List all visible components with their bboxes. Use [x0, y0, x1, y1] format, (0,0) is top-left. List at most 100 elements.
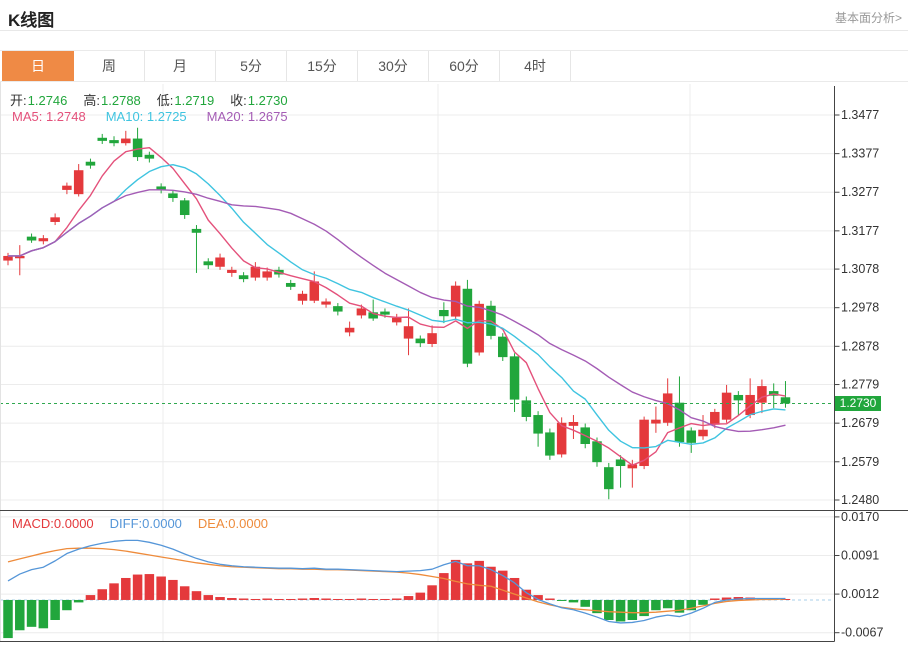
ma20-legend: MA20: 1.2675: [207, 109, 288, 124]
candle: [710, 412, 720, 425]
tab-15min[interactable]: 15分: [287, 51, 358, 81]
candle: [686, 430, 696, 442]
low-value: 1.2719: [174, 93, 214, 108]
candle: [439, 310, 449, 316]
candle: [639, 420, 649, 466]
axis-tick-label: 0.0170: [841, 510, 879, 524]
candle: [27, 237, 36, 241]
macd-bar: [74, 600, 84, 602]
last-price-badge: 1.2730: [835, 396, 881, 411]
candle: [357, 308, 367, 315]
candle: [239, 275, 249, 279]
macd-bar: [698, 600, 708, 605]
candle: [39, 238, 49, 241]
candle: [97, 138, 107, 141]
candle: [109, 140, 119, 143]
macd-bar: [50, 600, 60, 620]
macd-bar: [439, 573, 449, 600]
macd-bar: [62, 600, 72, 610]
tab-60min[interactable]: 60分: [429, 51, 500, 81]
candle: [651, 420, 661, 424]
tab-month[interactable]: 月: [145, 51, 216, 81]
candle: [427, 333, 437, 344]
axis-tick-label: 1.2978: [841, 301, 879, 315]
candle: [62, 186, 72, 190]
candle: [227, 270, 237, 273]
axis-tick-label: 0.0012: [841, 587, 879, 601]
macd-bar: [262, 598, 272, 599]
high-label: 高:: [83, 93, 100, 108]
macd-bar: [204, 595, 214, 600]
macd-bar: [710, 598, 720, 599]
macd-bar: [286, 599, 296, 600]
axis-tick-label: 1.2579: [841, 455, 879, 469]
macd-bar: [427, 585, 437, 600]
candle: [533, 415, 543, 434]
macd-bar: [663, 600, 673, 608]
candle: [310, 281, 320, 300]
macd-bar: [251, 599, 261, 600]
macd-bar: [97, 589, 107, 600]
candle: [145, 155, 155, 159]
candle: [168, 193, 178, 198]
macd-bar: [580, 600, 590, 607]
candle: [392, 318, 402, 323]
macd-bar: [628, 600, 638, 620]
macd-bar: [404, 596, 414, 600]
axis-tick-label: 1.3177: [841, 224, 879, 238]
macd-bar: [392, 598, 402, 599]
axis-tick-label: 1.2679: [841, 416, 879, 430]
macd-bar: [109, 583, 119, 600]
macd-bar: [604, 600, 614, 620]
candle: [204, 261, 214, 265]
macd-bar: [639, 600, 649, 616]
axis-tick-label: 1.2779: [841, 378, 879, 392]
candle: [86, 162, 96, 166]
diff-legend-value: DIFF:0.0000: [110, 516, 182, 531]
candle: [404, 326, 414, 338]
candle: [745, 395, 755, 415]
tab-30min[interactable]: 30分: [358, 51, 429, 81]
macd-bar: [380, 599, 390, 600]
macd-bar: [86, 595, 96, 600]
candle: [215, 257, 225, 266]
tab-week[interactable]: 周: [74, 51, 145, 81]
candle: [522, 400, 532, 417]
macd-bar: [121, 578, 131, 600]
ma5-legend: MA5: 1.2748: [12, 109, 86, 124]
candle: [321, 302, 331, 305]
macd-bar: [274, 599, 284, 600]
macd-bar: [133, 575, 143, 600]
macd-bar: [345, 599, 355, 600]
period-tabbar: 日 周 月 5分 15分 30分 60分 4时: [0, 50, 908, 82]
axis-tick-label: 1.2878: [841, 339, 879, 353]
macd-bar: [298, 598, 308, 599]
candle: [474, 304, 484, 353]
candle: [192, 229, 202, 233]
macd-bar: [321, 598, 331, 599]
candle: [604, 467, 614, 489]
macd-bar: [15, 600, 24, 630]
candle: [345, 328, 355, 333]
axis-tick-label: -0.0067: [841, 626, 883, 640]
macd-bar: [545, 598, 555, 599]
axis-tick-label: 1.2480: [841, 493, 879, 507]
candle: [156, 186, 166, 189]
close-label: 收:: [230, 93, 247, 108]
macd-bar: [168, 580, 178, 600]
macd-bar: [357, 598, 367, 599]
candle: [262, 271, 272, 277]
ma-legend: MA5: 1.2748MA10: 1.2725MA20: 1.2675: [12, 109, 308, 124]
tab-5min[interactable]: 5分: [216, 51, 287, 81]
macd-bar: [416, 593, 426, 600]
candle: [286, 283, 296, 287]
macd-legend: MACD:0.0000DIFF:0.0000DEA:0.0000: [12, 516, 284, 531]
tab-day[interactable]: 日: [2, 51, 74, 81]
candle: [498, 337, 508, 357]
tab-4hour[interactable]: 4时: [500, 51, 571, 81]
macd-bar: [368, 599, 378, 600]
candle: [74, 170, 84, 194]
candle: [510, 356, 520, 399]
macd-bar: [333, 599, 343, 600]
macd-bar: [239, 598, 249, 599]
